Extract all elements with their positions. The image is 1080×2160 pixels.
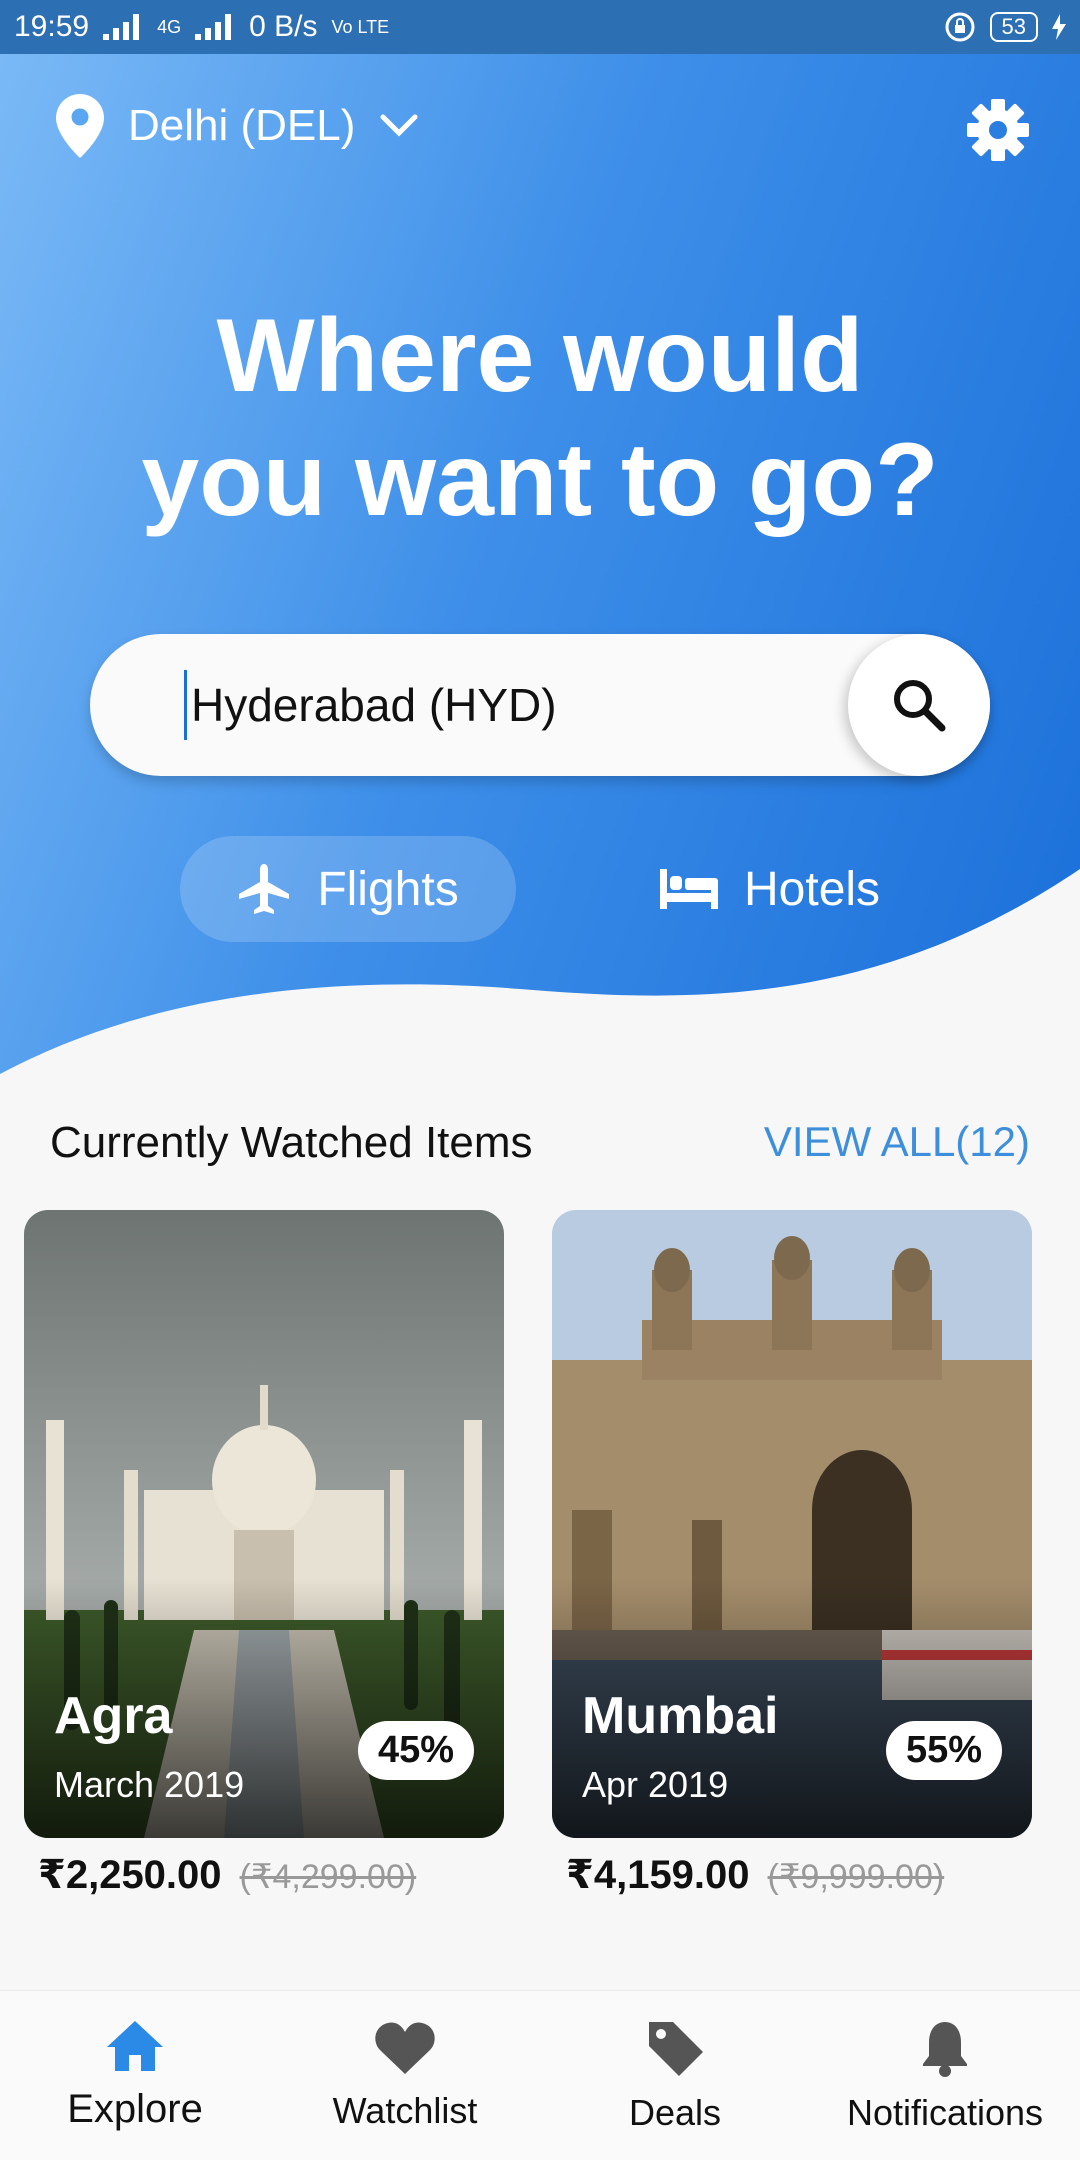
status-time: 19:59 <box>14 10 90 43</box>
destination-search-input[interactable] <box>184 670 884 740</box>
nav-notifications[interactable]: Notifications <box>810 1991 1080 2160</box>
nav-notifications-label: Notifications <box>846 2091 1044 2133</box>
tab-flights-label: Flights <box>317 862 459 916</box>
location-label: Delhi (DEL) <box>128 101 356 150</box>
battery-indicator: 53 <box>989 12 1038 42</box>
status-bar: 19:59 4G 0 B/s Vo LTE 53 <box>0 0 1080 54</box>
signal-icon-2 <box>195 14 232 40</box>
hero-section: Delhi (DEL) Where would you want to go? … <box>0 54 1080 1084</box>
tab-hotels[interactable]: Hotels <box>660 836 880 942</box>
location-pin-icon <box>56 94 104 158</box>
price-row-mumbai: ₹4,159.00 (₹9,999.00) <box>566 1852 944 1898</box>
nav-watchlist-label: Watchlist <box>332 2089 478 2131</box>
chevron-down-icon <box>380 114 418 137</box>
page-title: Where would you want to go? <box>0 294 1080 542</box>
current-price: ₹4,159.00 <box>566 1853 750 1897</box>
tab-hotels-label: Hotels <box>744 862 881 916</box>
battery-level: 53 <box>1001 14 1026 39</box>
price-row-agra: ₹2,250.00 (₹4,299.00) <box>38 1852 416 1898</box>
heart-icon <box>375 2022 435 2074</box>
discount-badge: 55% <box>885 1721 1002 1780</box>
hero-wave <box>0 869 1080 1084</box>
card-city: Agra <box>54 1687 173 1745</box>
rotation-lock-icon <box>945 12 975 42</box>
card-date: March 2019 <box>54 1764 245 1805</box>
location-selector[interactable]: Delhi (DEL) <box>56 94 419 158</box>
network-speed: 0 B/s <box>249 10 318 43</box>
original-price: (₹4,299.00) <box>239 1858 417 1896</box>
current-price: ₹2,250.00 <box>38 1853 222 1897</box>
home-icon <box>107 2021 163 2071</box>
view-all-link[interactable]: VIEW ALL(12) <box>764 1118 1030 1166</box>
volte-indicator: Vo LTE <box>331 17 390 37</box>
headline-line-1: Where would <box>216 298 864 414</box>
charging-icon <box>1052 14 1066 40</box>
discount-badge: 45% <box>357 1721 474 1780</box>
search-button[interactable] <box>848 634 990 776</box>
nav-deals[interactable]: Deals <box>540 1991 810 2160</box>
bottom-navigation: Explore Watchlist Deals Notifications <box>0 1990 1080 2160</box>
nav-explore-label: Explore <box>67 2087 203 2131</box>
headline-line-2: you want to go? <box>141 422 939 538</box>
network-type: 4G <box>157 17 182 37</box>
signal-icon <box>103 14 140 40</box>
tag-icon <box>649 2021 703 2076</box>
nav-watchlist[interactable]: Watchlist <box>270 1991 540 2160</box>
original-price: (₹9,999.00) <box>767 1858 945 1896</box>
nav-deals-label: Deals <box>628 2091 722 2133</box>
card-date: Apr 2019 <box>582 1764 729 1805</box>
gear-icon[interactable] <box>966 98 1030 162</box>
search-bar <box>90 634 990 776</box>
tab-flights[interactable]: Flights <box>180 836 516 942</box>
section-title: Currently Watched Items <box>50 1118 533 1167</box>
bell-icon <box>923 2021 967 2077</box>
watched-card-agra[interactable]: Agra March 2019 45% <box>24 1210 504 1838</box>
watched-card-mumbai[interactable]: Mumbai Apr 2019 55% <box>552 1210 1032 1838</box>
search-icon <box>894 680 946 732</box>
card-city: Mumbai <box>582 1687 779 1745</box>
bed-icon <box>660 869 718 909</box>
airplane-icon <box>239 864 290 914</box>
nav-explore[interactable]: Explore <box>0 1991 270 2160</box>
